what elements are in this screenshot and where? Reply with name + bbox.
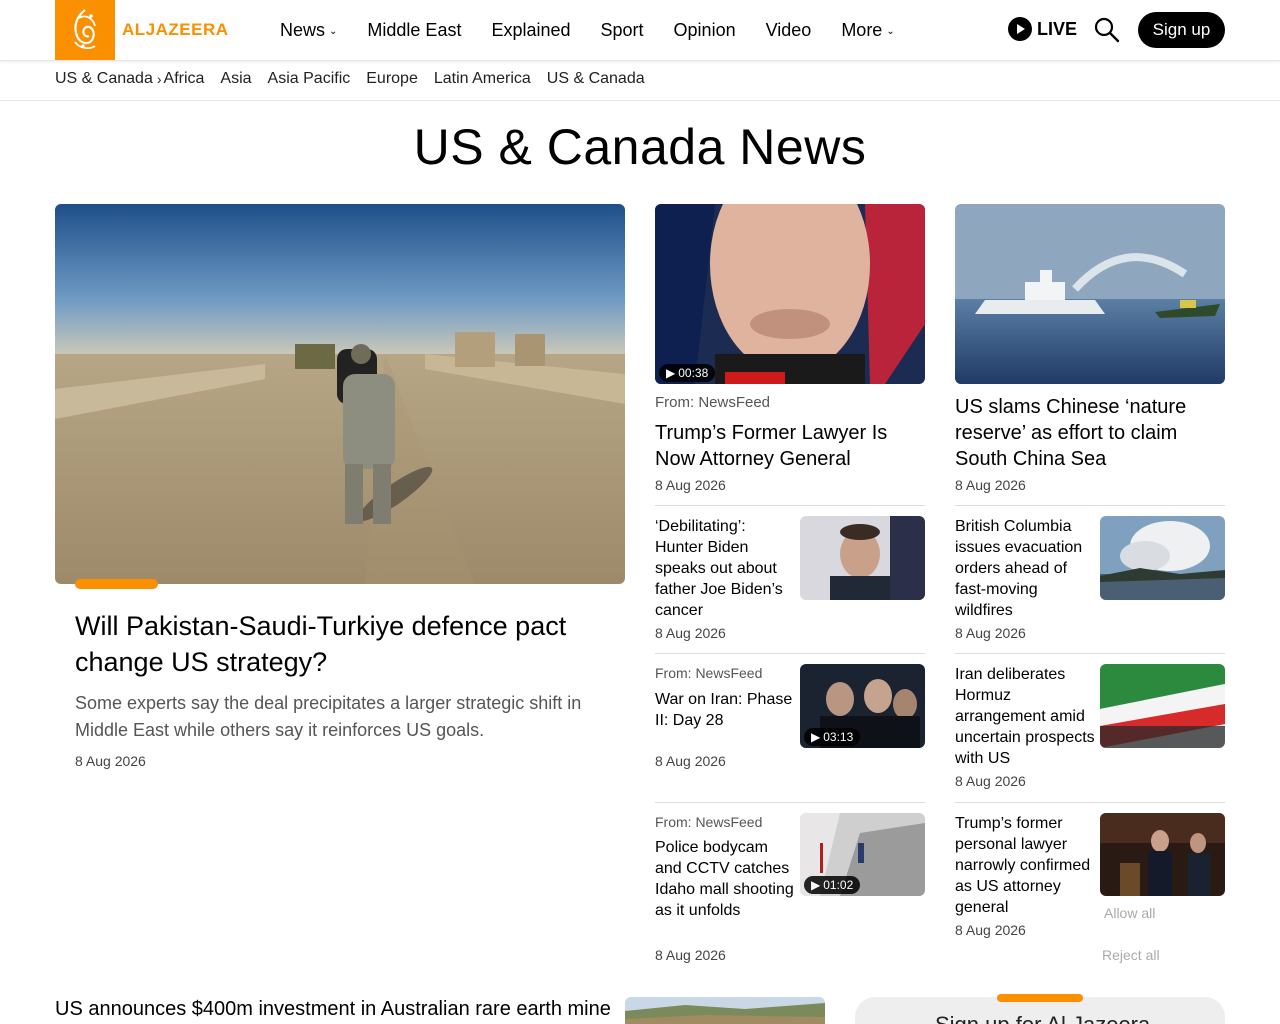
live-label: LIVE — [1037, 18, 1078, 39]
divider — [655, 505, 925, 506]
article-thumbnail[interactable] — [1100, 516, 1225, 600]
article-thumbnail[interactable] — [625, 997, 825, 1024]
article-headline[interactable]: British Columbia issues evacuation order… — [955, 516, 1095, 621]
search-icon[interactable] — [1094, 17, 1120, 43]
logo-wordmark[interactable]: ALJAZEERA — [122, 20, 229, 40]
video-thumbnail[interactable]: ▶ 01:02 — [800, 813, 925, 896]
chevron-down-icon: ⌄ — [886, 25, 895, 37]
article-date: 8 Aug 2026 — [655, 477, 726, 493]
article-headline[interactable]: ‘Debilitating’: Hunter Biden speaks out … — [655, 516, 795, 621]
video-thumbnail[interactable]: ▶ 03:13 — [800, 664, 925, 748]
article-headline[interactable]: US slams Chinese ‘nature reserve’ as eff… — [955, 394, 1225, 472]
hero-description: Some experts say the deal precipitates a… — [75, 693, 582, 740]
divider — [955, 802, 1225, 803]
divider — [955, 505, 1225, 506]
hero-date: 8 Aug 2026 — [75, 753, 146, 769]
newsletter-heading: Sign up for Al Jazeera — [935, 1012, 1150, 1024]
subnav-link-europe[interactable]: Europe — [366, 70, 418, 88]
article-date: 8 Aug 2026 — [655, 947, 726, 963]
hero-image[interactable] — [55, 204, 625, 584]
nav-item-sport[interactable]: Sport — [601, 20, 644, 41]
nav-label: News — [280, 19, 326, 40]
article-date: 8 Aug 2026 — [955, 477, 1026, 493]
subnav-link-asia-pacific[interactable]: Asia Pacific — [268, 70, 351, 88]
video-duration-badge: ▶ 00:38 — [659, 364, 716, 382]
subnav-link-us-canada[interactable]: US & Canada — [547, 70, 645, 88]
article-headline[interactable]: Iran deliberates Hormuz arrangement amid… — [955, 664, 1095, 769]
nav-item-news[interactable]: News ⌄ — [280, 20, 337, 41]
play-icon: ▶ — [811, 730, 821, 744]
chevron-down-icon: ⌄ — [329, 25, 338, 37]
nav-label: More — [841, 19, 883, 40]
nav-label: Video — [765, 19, 812, 40]
nav-item-video[interactable]: Video — [766, 20, 812, 41]
top-navigation: ALJAZEERA News ⌄ Middle East Explained Sp… — [0, 0, 1280, 61]
article-date: 8 Aug 2026 — [955, 773, 1026, 789]
play-icon — [1008, 17, 1032, 41]
article-headline[interactable]: War on Iran: Phase II: Day 28 — [655, 689, 795, 731]
divider — [955, 653, 1225, 654]
divider — [655, 802, 925, 803]
subnav-link-latin-america[interactable]: Latin America — [434, 70, 531, 88]
duration: 00:38 — [678, 366, 709, 380]
play-icon: ▶ — [666, 366, 676, 380]
article-thumbnail[interactable] — [800, 516, 925, 600]
duration: 01:02 — [823, 878, 854, 892]
subnav-link-africa[interactable]: Africa — [164, 70, 205, 88]
aljazeera-logo-icon[interactable] — [55, 0, 115, 60]
page-title: US & Canada News — [413, 119, 867, 175]
subnav-link-asia[interactable]: Asia — [220, 70, 251, 88]
allow-all-button[interactable]: Allow all — [1104, 905, 1155, 921]
article-thumbnail[interactable] — [1100, 664, 1225, 748]
newsletter-accent-bar — [997, 994, 1083, 1002]
article-headline[interactable]: Trump’s Former Lawyer Is Now Attorney Ge… — [655, 420, 925, 472]
source-label: From: NewsFeed — [655, 814, 763, 830]
article-headline[interactable]: Police bodycam and CCTV catches Idaho ma… — [655, 837, 795, 921]
hero-headline[interactable]: Will Pakistan-Saudi-Turkiye defence pact… — [75, 608, 605, 680]
article-thumbnail[interactable] — [1100, 813, 1225, 896]
nav-item-more[interactable]: More ⌄ — [841, 20, 894, 41]
region-subnav: US & Canada › Africa Asia Asia Pacific E… — [0, 61, 1280, 101]
source-label: From: NewsFeed — [655, 394, 771, 411]
chevron-right-icon: › — [156, 71, 162, 87]
article-date: 8 Aug 2026 — [655, 625, 726, 641]
hero-accent-bar — [75, 579, 158, 589]
article-headline[interactable]: US announces $400m investment in Austral… — [55, 998, 611, 1021]
live-button[interactable]: LIVE — [1008, 17, 1077, 41]
nav-item-middle-east[interactable]: Middle East — [367, 20, 461, 41]
duration: 03:13 — [823, 730, 854, 744]
article-date: 8 Aug 2026 — [655, 753, 726, 769]
article-image[interactable] — [955, 204, 1225, 384]
subnav-current-region[interactable]: US & Canada — [55, 70, 153, 88]
video-thumbnail[interactable]: ▶ 00:38 — [655, 204, 925, 384]
sign-up-button[interactable]: Sign up — [1138, 12, 1225, 48]
article-date: 8 Aug 2026 — [955, 625, 1026, 641]
nav-label: Sport — [600, 19, 644, 40]
reject-all-button[interactable]: Reject all — [1102, 947, 1160, 963]
nav-item-explained[interactable]: Explained — [491, 20, 570, 41]
main-nav: News ⌄ Middle East Explained Sport Opinio… — [280, 0, 925, 60]
nav-label: Explained — [491, 19, 571, 40]
video-duration-badge: ▶ 03:13 — [804, 728, 861, 746]
divider — [655, 653, 925, 654]
nav-item-opinion[interactable]: Opinion — [674, 20, 736, 41]
nav-label: Opinion — [673, 19, 736, 40]
article-headline[interactable]: Trump’s former personal lawyer narrowly … — [955, 813, 1095, 918]
nav-label: Middle East — [367, 19, 462, 40]
play-icon: ▶ — [811, 878, 821, 892]
source-label: From: NewsFeed — [655, 665, 763, 681]
article-date: 8 Aug 2026 — [955, 922, 1026, 938]
video-duration-badge: ▶ 01:02 — [804, 876, 861, 894]
